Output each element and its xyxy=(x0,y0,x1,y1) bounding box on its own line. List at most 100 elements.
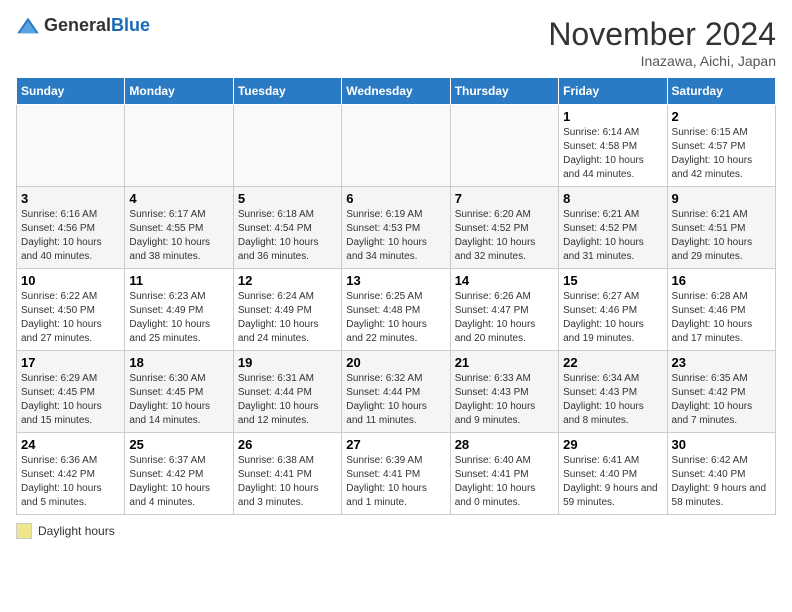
calendar-cell: 23 Sunrise: 6:35 AM Sunset: 4:42 PM Dayli… xyxy=(667,351,775,433)
day-number: 26 xyxy=(238,437,337,452)
calendar-cell: 26 Sunrise: 6:38 AM Sunset: 4:41 PM Dayli… xyxy=(233,433,341,515)
day-of-week-tuesday: Tuesday xyxy=(233,78,341,105)
subtitle: Inazawa, Aichi, Japan xyxy=(548,53,776,69)
calendar-cell: 9Sunrise: 6:21 AM Sunset: 4:51 PM Daylig… xyxy=(667,187,775,269)
day-of-week-saturday: Saturday xyxy=(667,78,775,105)
calendar-cell: 3Sunrise: 6:16 AM Sunset: 4:56 PM Daylig… xyxy=(17,187,125,269)
day-number: 27 xyxy=(346,437,445,452)
day-info: Sunrise: 6:34 AM Sunset: 4:43 PM Dayligh… xyxy=(563,372,662,428)
day-info: Sunrise: 6:38 AM Sunset: 4:41 PM Dayligh… xyxy=(238,454,337,510)
day-info: Sunrise: 6:39 AM Sunset: 4:41 PM Dayligh… xyxy=(346,454,445,510)
calendar-cell: 1 Sunrise: 6:14 AM Sunset: 4:58 PM Daylig… xyxy=(559,105,667,187)
logo-text-general: General xyxy=(44,15,111,35)
calendar-cell: 7 Sunrise: 6:20 AM Sunset: 4:52 PM Daylig… xyxy=(450,187,558,269)
calendar-cell: 24 Sunrise: 6:36 AM Sunset: 4:42 PM Dayli… xyxy=(17,433,125,515)
day-number: 19 xyxy=(238,355,337,370)
calendar-cell: 4 Sunrise: 6:17 AM Sunset: 4:55 PM Daylig… xyxy=(125,187,233,269)
day-number: 22 xyxy=(563,355,662,370)
day-info: Sunrise: 6:42 AM Sunset: 4:40 PM Dayligh… xyxy=(672,454,771,510)
week-row-3: 17 Sunrise: 6:29 AM Sunset: 4:45 PM Dayli… xyxy=(17,351,776,433)
day-number: 24 xyxy=(21,437,120,452)
calendar-cell xyxy=(125,105,233,187)
day-info: Sunrise: 6:26 AM Sunset: 4:47 PM Dayligh… xyxy=(455,290,554,346)
day-number: 1 xyxy=(563,109,662,124)
calendar-cell: 5 Sunrise: 6:18 AM Sunset: 4:54 PM Daylig… xyxy=(233,187,341,269)
day-of-week-monday: Monday xyxy=(125,78,233,105)
day-info: Sunrise: 6:28 AM Sunset: 4:46 PM Dayligh… xyxy=(672,290,771,346)
day-info: Sunrise: 6:25 AM Sunset: 4:48 PM Dayligh… xyxy=(346,290,445,346)
week-row-0: 1 Sunrise: 6:14 AM Sunset: 4:58 PM Daylig… xyxy=(17,105,776,187)
day-info: Sunrise: 6:23 AM Sunset: 4:49 PM Dayligh… xyxy=(129,290,228,346)
week-row-1: 3Sunrise: 6:16 AM Sunset: 4:56 PM Daylig… xyxy=(17,187,776,269)
day-info: Sunrise: 6:29 AM Sunset: 4:45 PM Dayligh… xyxy=(21,372,120,428)
day-number: 8 xyxy=(563,191,662,206)
day-number: 18 xyxy=(129,355,228,370)
day-info: Sunrise: 6:24 AM Sunset: 4:49 PM Dayligh… xyxy=(238,290,337,346)
day-number: 25 xyxy=(129,437,228,452)
calendar-cell: 25Sunrise: 6:37 AM Sunset: 4:42 PM Dayli… xyxy=(125,433,233,515)
day-info: Sunrise: 6:27 AM Sunset: 4:46 PM Dayligh… xyxy=(563,290,662,346)
day-number: 17 xyxy=(21,355,120,370)
day-number: 20 xyxy=(346,355,445,370)
calendar-cell: 8Sunrise: 6:21 AM Sunset: 4:52 PM Daylig… xyxy=(559,187,667,269)
day-number: 23 xyxy=(672,355,771,370)
day-info: Sunrise: 6:30 AM Sunset: 4:45 PM Dayligh… xyxy=(129,372,228,428)
day-number: 5 xyxy=(238,191,337,206)
calendar-cell: 22 Sunrise: 6:34 AM Sunset: 4:43 PM Dayli… xyxy=(559,351,667,433)
day-number: 28 xyxy=(455,437,554,452)
calendar-cell: 16 Sunrise: 6:28 AM Sunset: 4:46 PM Dayli… xyxy=(667,269,775,351)
day-number: 10 xyxy=(21,273,120,288)
day-number: 3 xyxy=(21,191,120,206)
calendar-cell: 21 Sunrise: 6:33 AM Sunset: 4:43 PM Dayli… xyxy=(450,351,558,433)
day-number: 6 xyxy=(346,191,445,206)
day-number: 2 xyxy=(672,109,771,124)
week-row-2: 10Sunrise: 6:22 AM Sunset: 4:50 PM Dayli… xyxy=(17,269,776,351)
header: GeneralBlue November 2024 Inazawa, Aichi… xyxy=(16,16,776,69)
calendar-cell: 28 Sunrise: 6:40 AM Sunset: 4:41 PM Dayli… xyxy=(450,433,558,515)
calendar-cell: 15 Sunrise: 6:27 AM Sunset: 4:46 PM Dayli… xyxy=(559,269,667,351)
day-of-week-friday: Friday xyxy=(559,78,667,105)
legend-area: Daylight hours xyxy=(16,523,776,539)
calendar-cell: 6Sunrise: 6:19 AM Sunset: 4:53 PM Daylig… xyxy=(342,187,450,269)
day-info: Sunrise: 6:20 AM Sunset: 4:52 PM Dayligh… xyxy=(455,208,554,264)
calendar-cell: 27 Sunrise: 6:39 AM Sunset: 4:41 PM Dayli… xyxy=(342,433,450,515)
header-row: SundayMondayTuesdayWednesdayThursdayFrid… xyxy=(17,78,776,105)
day-info: Sunrise: 6:14 AM Sunset: 4:58 PM Dayligh… xyxy=(563,126,662,182)
logo-text-blue: Blue xyxy=(111,15,150,35)
day-info: Sunrise: 6:15 AM Sunset: 4:57 PM Dayligh… xyxy=(672,126,771,182)
calendar-cell: 10Sunrise: 6:22 AM Sunset: 4:50 PM Dayli… xyxy=(17,269,125,351)
calendar-cell: 29Sunrise: 6:41 AM Sunset: 4:40 PM Dayli… xyxy=(559,433,667,515)
day-number: 12 xyxy=(238,273,337,288)
calendar-cell: 2 Sunrise: 6:15 AM Sunset: 4:57 PM Daylig… xyxy=(667,105,775,187)
day-number: 16 xyxy=(672,273,771,288)
legend-box xyxy=(16,523,32,539)
day-info: Sunrise: 6:18 AM Sunset: 4:54 PM Dayligh… xyxy=(238,208,337,264)
calendar-cell xyxy=(450,105,558,187)
day-info: Sunrise: 6:35 AM Sunset: 4:42 PM Dayligh… xyxy=(672,372,771,428)
legend-label: Daylight hours xyxy=(38,524,115,538)
day-number: 4 xyxy=(129,191,228,206)
calendar-cell xyxy=(233,105,341,187)
day-of-week-wednesday: Wednesday xyxy=(342,78,450,105)
day-number: 21 xyxy=(455,355,554,370)
logo: GeneralBlue xyxy=(16,16,150,36)
calendar-cell: 30 Sunrise: 6:42 AM Sunset: 4:40 PM Dayli… xyxy=(667,433,775,515)
day-number: 7 xyxy=(455,191,554,206)
month-title: November 2024 xyxy=(548,16,776,53)
day-info: Sunrise: 6:40 AM Sunset: 4:41 PM Dayligh… xyxy=(455,454,554,510)
day-of-week-thursday: Thursday xyxy=(450,78,558,105)
day-number: 15 xyxy=(563,273,662,288)
calendar-cell: 13 Sunrise: 6:25 AM Sunset: 4:48 PM Dayli… xyxy=(342,269,450,351)
day-number: 13 xyxy=(346,273,445,288)
day-info: Sunrise: 6:17 AM Sunset: 4:55 PM Dayligh… xyxy=(129,208,228,264)
day-number: 30 xyxy=(672,437,771,452)
day-info: Sunrise: 6:21 AM Sunset: 4:51 PM Dayligh… xyxy=(672,208,771,264)
logo-icon xyxy=(16,16,40,36)
day-info: Sunrise: 6:31 AM Sunset: 4:44 PM Dayligh… xyxy=(238,372,337,428)
day-info: Sunrise: 6:36 AM Sunset: 4:42 PM Dayligh… xyxy=(21,454,120,510)
calendar-cell: 20 Sunrise: 6:32 AM Sunset: 4:44 PM Dayli… xyxy=(342,351,450,433)
week-row-4: 24 Sunrise: 6:36 AM Sunset: 4:42 PM Dayli… xyxy=(17,433,776,515)
day-info: Sunrise: 6:32 AM Sunset: 4:44 PM Dayligh… xyxy=(346,372,445,428)
calendar-cell: 11Sunrise: 6:23 AM Sunset: 4:49 PM Dayli… xyxy=(125,269,233,351)
day-info: Sunrise: 6:33 AM Sunset: 4:43 PM Dayligh… xyxy=(455,372,554,428)
